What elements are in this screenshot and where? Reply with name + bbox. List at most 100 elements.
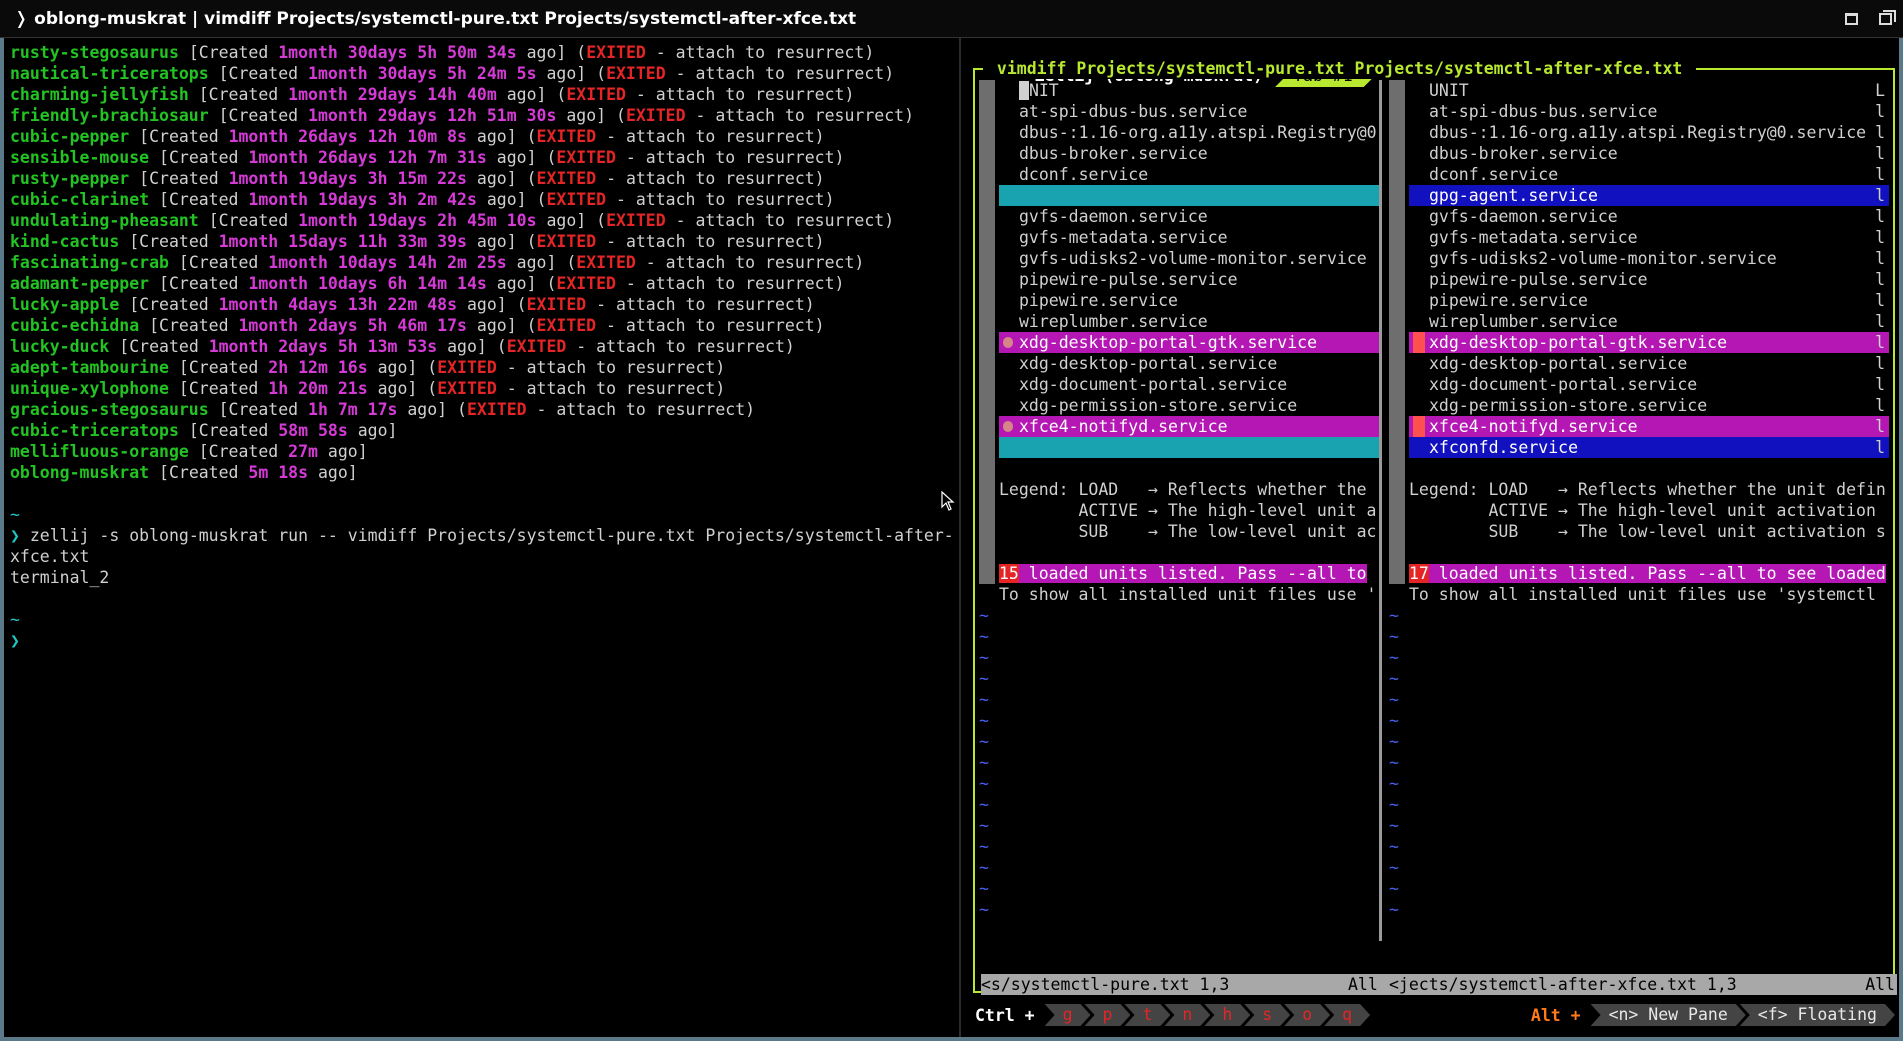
alt-key-0[interactable]: <n> New Pane	[1591, 1004, 1746, 1026]
session-row[interactable]: rusty-stegosaurus [Created 1month 30days…	[10, 42, 965, 63]
session-name: kind-cactus	[10, 232, 120, 251]
attach-hint: - attach to resurrect)	[596, 127, 825, 146]
vim-statusline: <s/systemctl-pure.txt 1,3 All <jects/sys…	[981, 974, 1897, 995]
ctrl-key-q[interactable]: q	[1324, 1004, 1370, 1026]
vim-left-window[interactable]: NIT at-spi-dbus-bus.service dbus-:1.16-org…	[979, 80, 1379, 941]
session-age: 1month 4days 13h 22m 48s	[218, 295, 458, 314]
ago-label: ago]	[536, 64, 587, 83]
vim-line: pipewire.service	[999, 290, 1379, 311]
vim-empty-line: ~	[1389, 879, 1399, 898]
left-status-pos: All	[1348, 975, 1378, 994]
vim-line: at-spi-dbus-bus.service	[999, 101, 1379, 122]
right-pane[interactable]: Zellij (oblong-muskrat)Tab #1 vimdiff Pr…	[967, 38, 1899, 1037]
attach-hint: - attach to resurrect)	[685, 106, 915, 125]
session-row[interactable]: friendly-brachiosaur [Created 1month 29d…	[10, 105, 965, 126]
vim-text: Legend: LOAD → Reflects whether the unit…	[1409, 480, 1886, 499]
maximize-icon[interactable]	[1841, 9, 1861, 29]
restore-icon[interactable]	[1875, 9, 1896, 29]
exited-badge: EXITED	[437, 379, 497, 398]
vim-line: pipewire-pulse.service	[999, 269, 1379, 290]
vim-text: xdg-permission-store.service	[1429, 396, 1708, 415]
session-row[interactable]: adamant-pepper [Created 1month 10days 6h…	[10, 273, 965, 294]
session-row[interactable]: kind-cactus [Created 1month 15days 11h 3…	[10, 231, 965, 252]
session-age: 1month 30days 5h 24m 5s	[308, 64, 537, 83]
line-tail: l	[1875, 102, 1885, 121]
vim-text: xdg-desktop-portal-gtk.service	[1429, 333, 1728, 352]
vim-line: dconf.service	[999, 164, 1379, 185]
paren: (	[556, 253, 577, 272]
ago-label: ago]	[466, 316, 517, 335]
paren: (	[516, 232, 537, 251]
ctrl-key-p[interactable]: p	[1085, 1004, 1131, 1026]
left-pane[interactable]: rusty-stegosaurus [Created 1month 30days…	[10, 42, 965, 1032]
session-age: 1month 2days 5h 13m 53s	[208, 337, 438, 356]
vim-text: xdg-desktop-portal-gtk.service	[1019, 333, 1318, 352]
vim-empty-line: ~	[1389, 690, 1399, 709]
session-row[interactable]: lucky-duck [Created 1month 2days 5h 13m …	[10, 336, 965, 357]
alt-key-1[interactable]: <f> Floating	[1740, 1004, 1895, 1026]
ctrl-key-o[interactable]: o	[1284, 1004, 1330, 1026]
exited-badge: EXITED	[536, 169, 597, 188]
exited-badge: EXITED	[536, 232, 597, 251]
session-row[interactable]: cubic-pepper [Created 1month 26days 12h …	[10, 126, 965, 147]
attach-hint: - attach to resurrect)	[566, 337, 795, 356]
vim-line: NIT	[999, 80, 1379, 101]
created-label: [Created	[188, 421, 279, 440]
session-name: sensible-mouse	[10, 148, 150, 167]
ctrl-key-s[interactable]: s	[1244, 1004, 1290, 1026]
ctrl-key-t[interactable]: t	[1124, 1004, 1170, 1026]
line-tail: l	[1875, 186, 1885, 205]
vim-right-window[interactable]: UNIT Lat-spi-dbus-bus.service l dbus-:1.16-…	[1389, 80, 1889, 941]
vim-empty-line: ~	[979, 816, 989, 835]
vim-line: dconf.service l	[1409, 164, 1889, 185]
terminal-window[interactable]: rusty-stegosaurus [Created 1month 30days…	[4, 38, 1899, 1037]
window-title: ❭ oblong-muskrat | vimdiff Projects/syst…	[14, 9, 857, 29]
vim-text: SUB → The low-level unit ac	[999, 522, 1377, 541]
session-spacer	[129, 127, 139, 146]
vim-empty-line: ~	[979, 879, 989, 898]
paren: (	[516, 127, 537, 146]
vim-text: gvfs-udisks2-volume-monitor.service	[1019, 249, 1367, 268]
vimdiff-pane-frame[interactable]: vimdiff Projects/systemctl-pure.txt Proj…	[973, 58, 1897, 995]
vim-empty-line: ~	[979, 774, 989, 793]
session-row[interactable]: adept-tambourine [Created 2h 12m 16s ago…	[10, 357, 965, 378]
line-tail: l	[1875, 228, 1885, 247]
ctrl-key-n[interactable]: n	[1164, 1004, 1210, 1026]
session-row[interactable]: undulating-pheasant [Created 1month 19da…	[10, 210, 965, 231]
prompt-icon[interactable]: ❯	[10, 630, 965, 651]
session-row[interactable]: unique-xylophone [Created 1h 20m 21s ago…	[10, 378, 965, 399]
ctrl-key-h[interactable]: h	[1204, 1004, 1250, 1026]
session-row[interactable]: nautical-triceratops [Created 1month 30d…	[10, 63, 965, 84]
session-row[interactable]: gracious-stegosaurus [Created 1h 7m 17s …	[10, 399, 965, 420]
vim-empty-line: ~	[1389, 837, 1399, 856]
session-row[interactable]: fascinating-crab [Created 1month 10days …	[10, 252, 965, 273]
session-age: 2h 12m 16s	[268, 358, 368, 377]
vim-vertical-separator[interactable]	[1379, 80, 1389, 941]
vim-text: xfconfd.service	[1429, 438, 1579, 457]
vim-line: 15 loaded units listed. Pass --all to	[999, 563, 1379, 584]
exited-badge: EXITED	[556, 274, 616, 293]
session-row[interactable]: oblong-muskrat [Created 5m 18s ago]	[10, 462, 965, 483]
vim-line: xdg-permission-store.service	[999, 395, 1379, 416]
session-row[interactable]: sensible-mouse [Created 1month 26days 12…	[10, 147, 965, 168]
line-tail: l	[1875, 207, 1885, 226]
vim-text: Legend: LOAD → Reflects whether the	[999, 480, 1367, 499]
line-tail: l	[1875, 291, 1885, 310]
session-row[interactable]: charming-jellyfish [Created 1month 29day…	[10, 84, 965, 105]
ago-label: ago]	[347, 421, 398, 440]
session-row[interactable]: lucky-apple [Created 1month 4days 13h 22…	[10, 294, 965, 315]
session-row[interactable]: cubic-echidna [Created 1month 2days 5h 4…	[10, 315, 965, 336]
vim-line: at-spi-dbus-bus.service l	[1409, 101, 1889, 122]
session-spacer	[209, 64, 219, 83]
ctrl-key-g[interactable]: g	[1045, 1004, 1091, 1026]
exited-badge: EXITED	[606, 64, 666, 83]
session-row[interactable]: mellifluous-orange [Created 27m ago]	[10, 441, 965, 462]
session-row[interactable]: rusty-pepper [Created 1month 19days 3h 1…	[10, 168, 965, 189]
vim-text: NIT	[1028, 81, 1059, 100]
session-row[interactable]: cubic-triceratops [Created 58m 58s ago]	[10, 420, 965, 441]
vim-text: gvfs-metadata.service	[1019, 228, 1228, 247]
exited-badge: EXITED	[606, 211, 666, 230]
paren: (	[506, 295, 527, 314]
vim-line: xdg-permission-store.service l	[1409, 395, 1889, 416]
session-row[interactable]: cubic-clarinet [Created 1month 19days 3h…	[10, 189, 965, 210]
